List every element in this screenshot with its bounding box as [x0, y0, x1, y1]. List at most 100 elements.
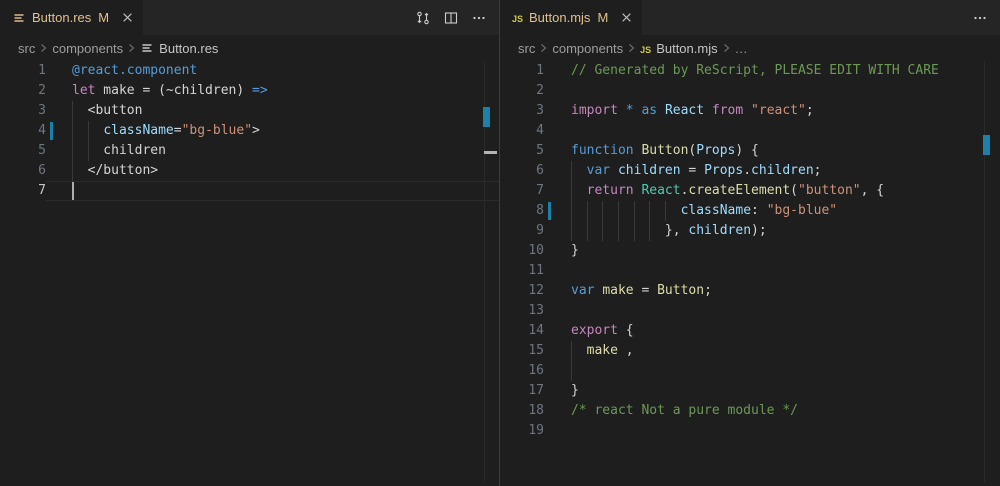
code-token: =: [174, 123, 182, 138]
close-icon[interactable]: [122, 12, 133, 23]
code-line[interactable]: 17}: [500, 381, 1000, 401]
code-line[interactable]: 8 className: "bg-blue": [500, 201, 1000, 221]
code-line[interactable]: 7: [0, 181, 499, 201]
code-text: let make = (~children) =>: [58, 81, 499, 101]
code-line[interactable]: 5function Button(Props) {: [500, 141, 1000, 161]
indent-guide: [72, 101, 73, 121]
code-line[interactable]: 3import * as React from "react";: [500, 101, 1000, 121]
code-token: children: [72, 143, 166, 158]
code-token: =: [681, 163, 704, 178]
editor-actions: [411, 0, 491, 35]
code-text: className: "bg-blue": [556, 201, 1000, 221]
line-content: make ,: [544, 341, 1000, 361]
gutter-margin: [544, 301, 556, 321]
code-token: make: [587, 343, 618, 358]
breadcrumb-item[interactable]: src: [518, 41, 535, 56]
code-token: from: [704, 103, 751, 118]
overview-cursor-marker: [484, 151, 497, 154]
code-token: , {: [861, 183, 884, 198]
breadcrumb-label: src: [18, 41, 35, 56]
code-token: export: [571, 323, 618, 338]
indent-guide: [571, 221, 572, 241]
line-content: var children = Props.children;: [544, 161, 1000, 181]
tab-button-res[interactable]: Button.resM: [0, 0, 143, 35]
breadcrumb-item[interactable]: JSButton.mjs: [640, 41, 717, 56]
code-line[interactable]: 7 return React.createElement("button", {: [500, 181, 1000, 201]
line-number: 8: [500, 201, 544, 221]
tab-button-mjs[interactable]: JSButton.mjsM: [500, 0, 642, 35]
line-content: </button>: [46, 161, 499, 181]
line-content: [544, 361, 1000, 381]
code-line[interactable]: 3 <button: [0, 101, 499, 121]
code-line[interactable]: 2let make = (~children) =>: [0, 81, 499, 101]
code-token: "button": [798, 183, 861, 198]
more-actions-icon[interactable]: [968, 6, 992, 30]
breadcrumb-item[interactable]: src: [18, 41, 35, 56]
code-line[interactable]: 5 children: [0, 141, 499, 161]
chevron-right-icon: [722, 42, 731, 54]
code-line[interactable]: 9 }, children);: [500, 221, 1000, 241]
code-token: import: [571, 103, 618, 118]
code-line[interactable]: 6 var children = Props.children;: [500, 161, 1000, 181]
code-line[interactable]: 15 make ,: [500, 341, 1000, 361]
code-line[interactable]: 1// Generated by ReScript, PLEASE EDIT W…: [500, 61, 1000, 81]
line-content: }, children);: [544, 221, 1000, 241]
open-changes-icon[interactable]: [411, 6, 435, 30]
code-token: :: [751, 203, 767, 218]
indent-guide: [587, 201, 588, 221]
code-line[interactable]: 14export {: [500, 321, 1000, 341]
close-icon[interactable]: [621, 12, 632, 23]
code-line[interactable]: 13: [500, 301, 1000, 321]
code-text: make ,: [556, 341, 1000, 361]
code-token: "bg-blue": [182, 123, 252, 138]
code-line[interactable]: 12var make = Button;: [500, 281, 1000, 301]
breadcrumb-item[interactable]: Button.res: [140, 41, 218, 56]
line-content: var make = Button;: [544, 281, 1000, 301]
code-line[interactable]: 4 className="bg-blue">: [0, 121, 499, 141]
indent-guide: [634, 221, 635, 241]
line-number: 12: [500, 281, 544, 301]
chevron-right-icon: [627, 42, 636, 54]
scrollbar-edge: [984, 61, 985, 482]
code-line[interactable]: 11: [500, 261, 1000, 281]
gutter-margin: [544, 401, 556, 421]
line-number: 6: [0, 161, 46, 181]
overview-modified-marker: [483, 107, 490, 127]
code-token: @react.component: [72, 63, 197, 78]
js-file-icon: JS: [512, 10, 523, 25]
code-line[interactable]: 2: [500, 81, 1000, 101]
gutter-margin: [544, 321, 556, 341]
code-line[interactable]: 6 </button>: [0, 161, 499, 181]
code-text: /* react Not a pure module */: [556, 401, 1000, 421]
code-text: export {: [556, 321, 1000, 341]
code-token: <button: [72, 103, 142, 118]
breadcrumb-item[interactable]: …: [735, 41, 748, 56]
indent-guide: [649, 221, 650, 241]
code-token: return: [587, 183, 634, 198]
code-text: var children = Props.children;: [556, 161, 1000, 181]
indent-guide: [634, 201, 635, 221]
line-number: 6: [500, 161, 544, 181]
code-token: React: [641, 183, 680, 198]
line-number: 4: [500, 121, 544, 141]
indent-guide: [602, 201, 603, 221]
breadcrumb-item[interactable]: components: [52, 41, 123, 56]
code-line[interactable]: 16: [500, 361, 1000, 381]
more-actions-icon[interactable]: [467, 6, 491, 30]
breadcrumb-item[interactable]: components: [552, 41, 623, 56]
code-text: [556, 261, 1000, 281]
split-editor-icon[interactable]: [439, 6, 463, 30]
line-content: [544, 121, 1000, 141]
line-number: 3: [0, 101, 46, 121]
code-line[interactable]: 1@react.component: [0, 61, 499, 81]
code-line[interactable]: 18/* react Not a pure module */: [500, 401, 1000, 421]
code-token: ;: [806, 103, 814, 118]
code-line[interactable]: 10}: [500, 241, 1000, 261]
line-content: [46, 181, 499, 201]
code-line[interactable]: 4: [500, 121, 1000, 141]
gutter-margin: [544, 181, 556, 201]
indent-guide: [649, 201, 650, 221]
code-line[interactable]: 19: [500, 421, 1000, 441]
tab-bar: Button.resM: [0, 0, 499, 35]
code-text: [556, 81, 1000, 101]
